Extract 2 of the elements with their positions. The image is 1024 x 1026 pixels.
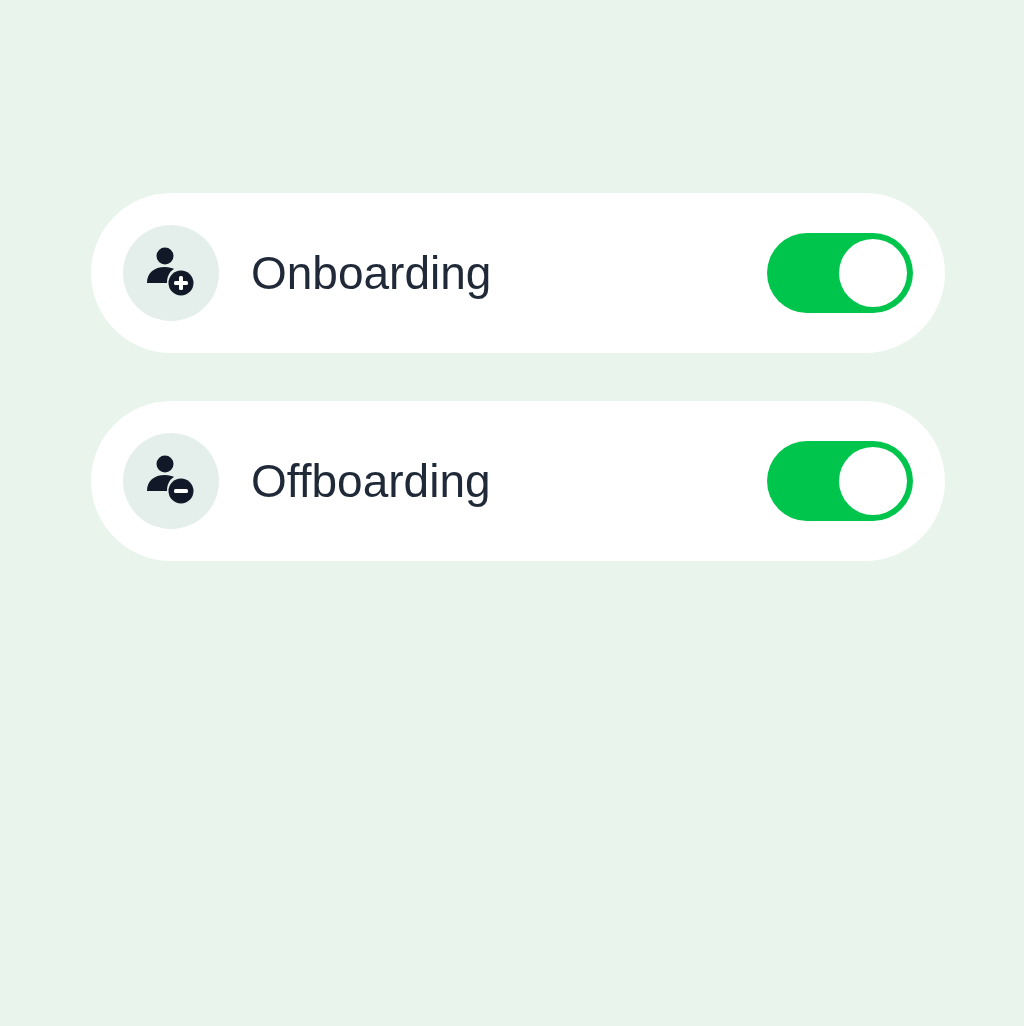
setting-label: Offboarding	[251, 454, 492, 508]
setting-label: Onboarding	[251, 246, 493, 300]
